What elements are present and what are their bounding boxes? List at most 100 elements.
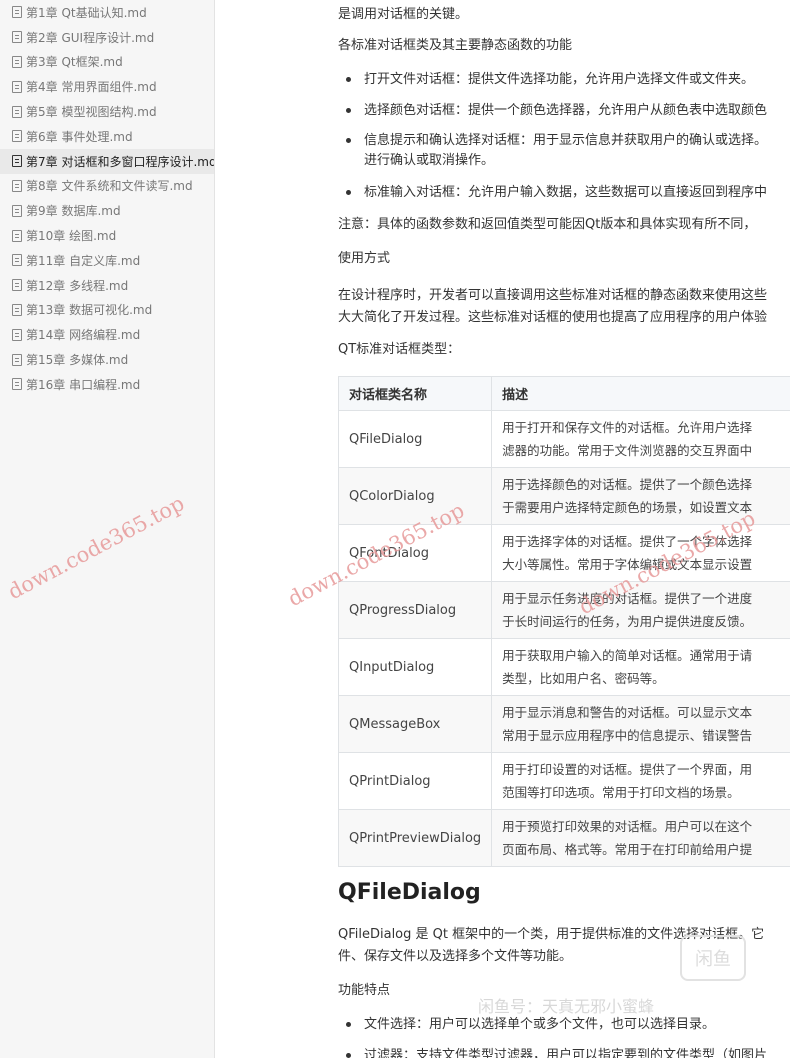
description-line: 用于选择颜色的对话框。提供了一个颜色选择 xyxy=(502,477,753,492)
bullet-list: 标准输入对话框：允许用户输入数据，这些数据可以直接返回到程序中 xyxy=(338,181,767,204)
sidebar-item-chapter-3[interactable]: 第3章 Qt框架.md xyxy=(0,50,214,75)
description-line: 类型，比如用户名、密码等。 xyxy=(502,671,665,686)
sidebar-item-chapter-10[interactable]: 第10章 绘图.md xyxy=(0,223,214,248)
paragraph: 件、保存文件以及选择多个文件等功能。 xyxy=(338,949,573,964)
dialog-description: 用于选择字体的对话框。提供了一个字体选择 大小等属性。常用于字体编辑或文本显示设置 xyxy=(491,524,790,582)
list-item: 文件选择：用户可以选择单个或多个文件，也可以选择目录。 xyxy=(338,1013,715,1036)
file-icon xyxy=(12,303,22,316)
dialog-class-name: QPrintDialog xyxy=(337,752,493,810)
table-row: QColorDialog 用于选择颜色的对话框。提供了一个颜色选择 于需要用户选择特… xyxy=(337,467,790,525)
file-icon xyxy=(12,6,22,19)
file-icon xyxy=(12,80,22,93)
dialog-types-table: 对话框类名称 描述 QFileDialog 用于打开和保存文件的对话框。允许用户选… xyxy=(337,376,790,867)
file-icon xyxy=(12,179,22,192)
sidebar-item-chapter-5[interactable]: 第5章 模型视图结构.md xyxy=(0,99,214,124)
description-line: 用于显示消息和警告的对话框。可以显示文本 xyxy=(502,705,753,720)
bullet-list: 选择颜色对话框：提供一个颜色选择器，允许用户从颜色表中选取颜色 xyxy=(338,99,767,122)
sidebar-item-chapter-6[interactable]: 第6章 事件处理.md xyxy=(0,124,214,149)
file-icon xyxy=(12,254,22,267)
sidebar-item-chapter-4[interactable]: 第4章 常用界面组件.md xyxy=(0,74,214,99)
section-heading: QFileDialog xyxy=(338,880,481,905)
dialog-description: 用于打印设置的对话框。提供了一个界面，用 范围等打印选项。常用于打印文档的场景。 xyxy=(491,752,790,810)
sidebar-item-label: 第11章 自定义库.md xyxy=(26,253,141,268)
description-line: 用于打印设置的对话框。提供了一个界面，用 xyxy=(502,762,753,777)
sidebar-item-label: 第16章 串口编程.md xyxy=(26,377,141,392)
description-line: 常用于显示应用程序中的信息提示、错误警告 xyxy=(502,728,753,743)
table-header-cell: 对话框类名称 xyxy=(337,376,493,411)
description-line: 于长时间运行的任务，为用户提供进度反馈。 xyxy=(502,614,753,629)
dialog-description: 用于打开和保存文件的对话框。允许用户选择 滤器的功能。常用于文件浏览器的交互界面中 xyxy=(491,410,790,468)
sidebar-item-label: 第13章 数据可视化.md xyxy=(26,303,153,318)
table-row: QFileDialog 用于打开和保存文件的对话框。允许用户选择 滤器的功能。常用于… xyxy=(337,410,790,468)
sidebar-item-label: 第15章 多媒体.md xyxy=(26,353,129,368)
file-icon xyxy=(12,31,22,44)
dialog-description: 用于获取用户输入的简单对话框。通常用于请 类型，比如用户名、密码等。 xyxy=(491,638,790,696)
dialog-class-name: QFontDialog xyxy=(337,524,493,582)
description-line: 页面布局、格式等。常用于在打印前给用户提 xyxy=(502,842,753,857)
sidebar-item-label: 第10章 绘图.md xyxy=(26,229,117,244)
note-paragraph: 注意：具体的函数参数和返回值类型可能因Qt版本和具体实现有所不同， xyxy=(338,217,757,232)
dialog-class-name: QColorDialog xyxy=(337,467,493,525)
dialog-description: 用于显示消息和警告的对话框。可以显示文本 常用于显示应用程序中的信息提示、错误警告 xyxy=(491,695,790,753)
table-row: QFontDialog 用于选择字体的对话框。提供了一个字体选择 大小等属性。常用于… xyxy=(337,524,790,582)
paragraph: 是调用对话框的关键。 xyxy=(338,7,469,22)
sidebar-item-chapter-1[interactable]: 第1章 Qt基础认知.md xyxy=(0,0,214,25)
table-row: QPrintDialog 用于打印设置的对话框。提供了一个界面，用 范围等打印选项。… xyxy=(337,752,790,810)
sidebar-item-chapter-14[interactable]: 第14章 网络编程.md xyxy=(0,322,214,347)
sidebar-item-label: 第6章 事件处理.md xyxy=(26,129,133,144)
file-sidebar: 第1章 Qt基础认知.md 第2章 GUI程序设计.md 第3章 Qt框架.md 第4… xyxy=(0,0,215,1058)
file-icon xyxy=(12,279,22,292)
file-icon xyxy=(12,229,22,242)
bullet-list: 打开文件对话框：提供文件选择功能，允许用户选择文件或文件夹。 xyxy=(338,68,754,91)
sidebar-item-chapter-8[interactable]: 第8章 文件系统和文件读写.md xyxy=(0,174,214,199)
sidebar-item-chapter-2[interactable]: 第2章 GUI程序设计.md xyxy=(0,25,214,50)
file-icon xyxy=(12,55,22,68)
sidebar-item-chapter-15[interactable]: 第15章 多媒体.md xyxy=(0,347,214,372)
paragraph: 大大简化了开发过程。这些标准对话框的使用也提高了应用程序的用户体验 xyxy=(338,310,768,325)
sidebar-item-label: 第1章 Qt基础认知.md xyxy=(26,5,147,20)
table-header-row: 对话框类名称 描述 xyxy=(337,376,790,411)
paragraph: QT标准对话框类型： xyxy=(338,342,461,357)
sidebar-item-chapter-9[interactable]: 第9章 数据库.md xyxy=(0,198,214,223)
sidebar-item-label: 第4章 常用界面组件.md xyxy=(26,80,157,95)
sidebar-item-label: 第8章 文件系统和文件读写.md xyxy=(26,179,193,194)
list-item: 选择颜色对话框：提供一个颜色选择器，允许用户从颜色表中选取颜色 xyxy=(338,99,767,122)
list-item-continuation: 进行确认或取消操作。 xyxy=(364,153,495,168)
sidebar-item-label: 第5章 模型视图结构.md xyxy=(26,105,157,120)
file-icon xyxy=(12,378,22,391)
sidebar-item-chapter-7[interactable]: 第7章 对话框和多窗口程序设计.md xyxy=(0,148,214,174)
bullet-list: 文件选择：用户可以选择单个或多个文件，也可以选择目录。 xyxy=(338,1013,715,1036)
subheading: 使用方式 xyxy=(338,251,391,266)
paragraph: 各标准对话框类及其主要静态函数的功能 xyxy=(338,38,573,53)
dialog-description: 用于显示任务进度的对话框。提供了一个进度 于长时间运行的任务，为用户提供进度反馈。 xyxy=(491,581,790,639)
description-line: 大小等属性。常用于字体编辑或文本显示设置 xyxy=(502,557,753,572)
sidebar-item-chapter-13[interactable]: 第13章 数据可视化.md xyxy=(0,298,214,323)
table-row: QProgressDialog 用于显示任务进度的对话框。提供了一个进度 于长时间运… xyxy=(337,581,790,639)
subheading: 功能特点 xyxy=(338,983,391,998)
dialog-description: 用于预览打印效果的对话框。用户可以在这个 页面布局、格式等。常用于在打印前给用户提 xyxy=(491,809,790,867)
dialog-description: 用于选择颜色的对话框。提供了一个颜色选择 于需要用户选择特定颜色的场景，如设置文本 xyxy=(491,467,790,525)
file-icon xyxy=(12,328,22,341)
sidebar-item-chapter-16[interactable]: 第16章 串口编程.md xyxy=(0,372,214,397)
list-item: 过滤器：支持文件类型过滤器，用户可以指定要到的文件类型（如图片 xyxy=(338,1044,767,1058)
description-line: 用于预览打印效果的对话框。用户可以在这个 xyxy=(502,819,753,834)
sidebar-item-label: 第14章 网络编程.md xyxy=(26,328,141,343)
dialog-class-name: QInputDialog xyxy=(337,638,493,696)
file-icon xyxy=(12,105,22,118)
sidebar-item-chapter-12[interactable]: 第12章 多线程.md xyxy=(0,273,214,298)
description-line: 用于获取用户输入的简单对话框。通常用于请 xyxy=(502,648,753,663)
table-row: QPrintPreviewDialog 用于预览打印效果的对话框。用户可以在这个页… xyxy=(337,809,790,867)
description-line: 滤器的功能。常用于文件浏览器的交互界面中 xyxy=(502,443,753,458)
description-line: 用于打开和保存文件的对话框。允许用户选择 xyxy=(502,420,753,435)
dialog-class-name: QMessageBox xyxy=(337,695,493,753)
description-line: 于需要用户选择特定颜色的场景，如设置文本 xyxy=(502,500,753,515)
description-line: 范围等打印选项。常用于打印文档的场景。 xyxy=(502,785,740,800)
dialog-class-name: QProgressDialog xyxy=(337,581,493,639)
list-item: 打开文件对话框：提供文件选择功能，允许用户选择文件或文件夹。 xyxy=(338,68,754,91)
table-row: QInputDialog 用于获取用户输入的简单对话框。通常用于请 类型，比如用户名… xyxy=(337,638,790,696)
dialog-class-name: QPrintPreviewDialog xyxy=(337,809,493,867)
sidebar-item-chapter-11[interactable]: 第11章 自定义库.md xyxy=(0,248,214,273)
sidebar-item-label: 第7章 对话框和多窗口程序设计.md xyxy=(26,154,214,169)
file-icon xyxy=(12,130,22,143)
table-row: QMessageBox 用于显示消息和警告的对话框。可以显示文本 常用于显示应用程序… xyxy=(337,695,790,753)
